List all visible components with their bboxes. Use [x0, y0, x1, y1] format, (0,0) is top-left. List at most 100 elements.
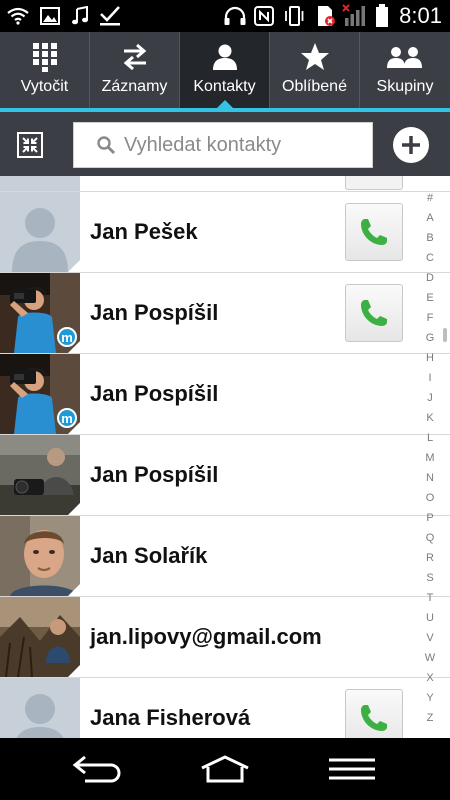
index-letter[interactable]: # [420, 188, 440, 208]
index-letter[interactable]: G [420, 328, 440, 348]
messenger-badge: m [57, 327, 77, 347]
contact-name: Jan Pospíšil [90, 300, 219, 325]
search-input[interactable] [124, 133, 364, 157]
default-avatar-icon [0, 678, 80, 738]
avatar [0, 176, 80, 191]
sim-error-icon [314, 4, 338, 28]
tab-call-log[interactable]: Záznamy [90, 32, 180, 108]
contact-name: Jan Pešek [90, 219, 198, 244]
index-letter[interactable]: F [420, 308, 440, 328]
quick-contact-corner [68, 665, 80, 677]
call-button[interactable] [345, 689, 403, 738]
index-letter[interactable]: S [420, 568, 440, 588]
avatar[interactable] [0, 192, 80, 272]
checkmark-icon [98, 4, 122, 28]
list-item[interactable]: m Jan Pospíšil [0, 354, 450, 435]
quick-contact-corner [68, 260, 80, 272]
phone-icon [361, 219, 387, 245]
index-letter[interactable]: R [420, 548, 440, 568]
index-letter[interactable]: X [420, 668, 440, 688]
active-tab-indicator [217, 100, 233, 108]
search-box[interactable] [73, 122, 373, 168]
index-letter[interactable]: Y [420, 688, 440, 708]
list-item[interactable]: jan.lipovy@gmail.com [0, 597, 450, 678]
index-letter[interactable]: A [420, 208, 440, 228]
quick-contact-corner [68, 503, 80, 515]
index-letter[interactable]: H [420, 348, 440, 368]
avatar[interactable] [0, 435, 80, 515]
contact-name: jan.lipovy@gmail.com [90, 624, 322, 649]
index-letter[interactable]: M [420, 448, 440, 468]
avatar[interactable]: m [0, 354, 80, 434]
tab-dialer[interactable]: Vytočit [0, 32, 90, 108]
tab-contacts[interactable]: Kontakty [180, 32, 270, 108]
tab-label: Oblíbené [282, 78, 347, 95]
wifi-icon [6, 4, 30, 28]
call-button[interactable] [345, 176, 403, 190]
index-letter[interactable]: J [420, 388, 440, 408]
call-button[interactable] [345, 284, 403, 342]
menu-button[interactable] [322, 752, 382, 786]
tab-label: Záznamy [101, 78, 168, 95]
index-letter[interactable]: W [420, 648, 440, 668]
image-icon [38, 4, 62, 28]
tab-label: Skupiny [376, 78, 434, 95]
messenger-badge: m [57, 408, 77, 428]
phone-icon [361, 705, 387, 731]
list-item[interactable]: Jan Pešek [0, 192, 450, 273]
index-letter[interactable]: B [420, 228, 440, 248]
navigation-bar [0, 738, 450, 800]
index-letter[interactable]: T [420, 588, 440, 608]
avatar[interactable] [0, 516, 80, 596]
index-letter[interactable]: Z [420, 708, 440, 728]
person-icon [211, 40, 239, 74]
nfc-icon [252, 4, 276, 28]
list-item-partial[interactable] [0, 176, 450, 192]
avatar[interactable] [0, 597, 80, 677]
list-item[interactable]: Jana Fisherová [0, 678, 450, 738]
group-icon [386, 40, 424, 74]
tab-groups[interactable]: Skupiny [360, 32, 450, 108]
call-button[interactable] [345, 203, 403, 261]
list-item[interactable]: Jan Solařík [0, 516, 450, 597]
index-letter[interactable]: D [420, 268, 440, 288]
index-letter[interactable]: P [420, 508, 440, 528]
list-item[interactable]: m Jan Pospíšil [0, 273, 450, 354]
call-log-icon [122, 40, 148, 74]
home-button[interactable] [195, 752, 255, 786]
signal-icon [342, 4, 368, 28]
index-letter[interactable]: E [420, 288, 440, 308]
music-icon [68, 4, 92, 28]
status-bar: 8:01 [0, 0, 450, 32]
list-item[interactable]: Jan Pospíšil [0, 435, 450, 516]
index-letter[interactable]: N [420, 468, 440, 488]
index-letter[interactable]: U [420, 608, 440, 628]
index-letter[interactable]: O [420, 488, 440, 508]
collapse-view-icon[interactable] [14, 129, 46, 161]
star-icon [300, 40, 330, 74]
tab-label: Kontakty [193, 78, 256, 95]
plus-icon [402, 136, 420, 154]
back-button[interactable] [68, 752, 128, 786]
index-letter[interactable]: V [420, 628, 440, 648]
phone-icon [361, 300, 387, 326]
index-letter[interactable]: K [420, 408, 440, 428]
home-icon [201, 755, 249, 783]
contact-list[interactable]: Jan Pešek m Jan Pospíšil m Jan Pospíšil … [0, 176, 450, 738]
avatar[interactable]: m [0, 273, 80, 353]
contact-name: Jan Pospíšil [90, 462, 219, 487]
search-area [0, 112, 450, 176]
index-letter[interactable]: Q [420, 528, 440, 548]
avatar[interactable] [0, 678, 80, 738]
index-letter[interactable]: C [420, 248, 440, 268]
add-contact-button[interactable] [393, 127, 429, 163]
index-letter[interactable]: I [420, 368, 440, 388]
scrollbar-thumb[interactable] [443, 328, 447, 342]
tab-favorites[interactable]: Oblíbené [270, 32, 360, 108]
quick-contact-corner [68, 584, 80, 596]
contact-name: Jan Solařík [90, 543, 208, 568]
index-letter[interactable]: L [420, 428, 440, 448]
dialpad-icon [32, 40, 58, 74]
alphabet-index[interactable]: # A B C D E F G H I J K L M N O P Q R S … [420, 188, 440, 728]
back-icon [72, 755, 121, 783]
